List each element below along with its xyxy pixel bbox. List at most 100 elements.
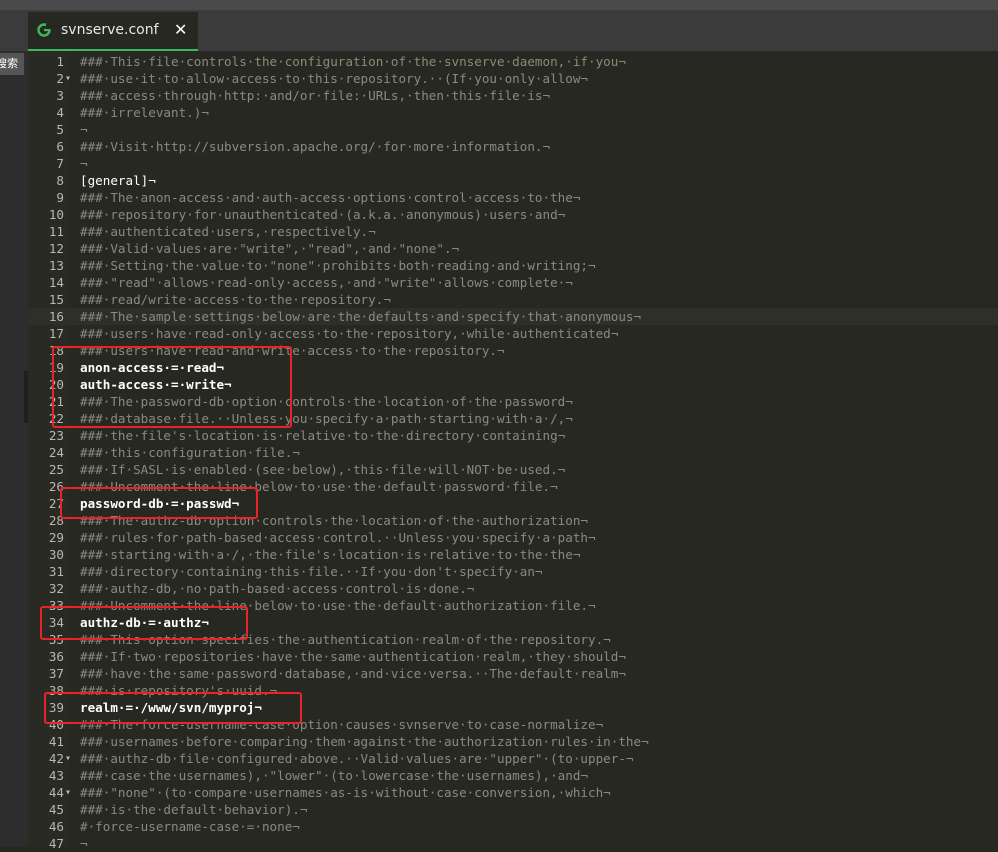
code-line[interactable]: 16 ###·The·sample·settings·below·are·the·… — [28, 308, 998, 325]
code-line[interactable]: 12 ###·Valid·values·are·"write",·"read",·… — [28, 240, 998, 257]
line-number: 6 — [56, 139, 64, 154]
window-top-strip — [0, 0, 998, 10]
line-number: 13 — [48, 258, 64, 273]
line-number: 44 — [48, 785, 64, 800]
code-line[interactable]: 29 ###·rules·for·path-based·access·contro… — [28, 529, 998, 546]
sidebar-search-label[interactable]: 搜索 — [0, 53, 24, 75]
line-number: 29 — [48, 530, 64, 545]
fold-marker-icon[interactable]: ▾ — [65, 70, 71, 87]
code-line[interactable]: 47 ¬ — [28, 835, 998, 852]
line-number: 47 — [48, 836, 64, 851]
side-panel — [0, 51, 28, 847]
line-number: 14 — [48, 275, 64, 290]
close-icon[interactable]: ✕ — [174, 20, 187, 39]
line-number: 2 — [56, 71, 64, 86]
comment-text: ###·is·the·default·behavior).¬ — [80, 802, 308, 817]
line-number: 23 — [48, 428, 64, 443]
comment-text: ###·this·configuration·file.¬ — [80, 445, 300, 460]
code-line[interactable]: 5 ¬ — [28, 121, 998, 138]
line-number: 43 — [48, 768, 64, 783]
comment-text: ###·The·sample·settings·below·are·the·de… — [80, 309, 642, 324]
code-line[interactable]: 42 ▾ ###·authz-db·file·configured·above.··… — [28, 750, 998, 767]
comment-text: ###·authenticated·users,·respectively.¬ — [80, 224, 376, 239]
file-type-icon — [37, 23, 51, 37]
comment-text: ###·access·through·http:·and/or·file:·UR… — [80, 88, 551, 103]
code-line[interactable]: 31 ###·directory·containing·this·file.··I… — [28, 563, 998, 580]
code-line[interactable]: 41 ###·usernames·before·comparing·them·ag… — [28, 733, 998, 750]
comment-text: ###·users·have·read-only·access·to·the·r… — [80, 326, 619, 341]
code-line[interactable]: 46 #·force-username-case·=·none¬ — [28, 818, 998, 835]
tab-title: svnserve.conf — [61, 22, 159, 38]
line-number: 31 — [48, 564, 64, 579]
code-line[interactable]: 37 ###·have·the·same·password·database,·a… — [28, 665, 998, 682]
line-number: 37 — [48, 666, 64, 681]
line-number: 28 — [48, 513, 64, 528]
line-number: 7 — [56, 156, 64, 171]
code-line[interactable]: 32 ###·authz-db,·no·path-based·access·con… — [28, 580, 998, 597]
highlight-box-access — [52, 346, 292, 428]
line-number: 30 — [48, 547, 64, 562]
code-editor[interactable]: 1 ###·This·file·controls·the·configuratio… — [28, 53, 998, 852]
line-number: 10 — [48, 207, 64, 222]
comment-text: ###·"read"·allows·read-only·access,·and·… — [80, 275, 573, 290]
comment-text: #·force-username-case·=·none¬ — [80, 819, 300, 834]
line-number: 8 — [56, 173, 64, 188]
code-line[interactable]: 10 ###·repository·for·unauthenticated·(a.… — [28, 206, 998, 223]
code-line[interactable]: 15 ###·read/write·access·to·the·repositor… — [28, 291, 998, 308]
comment-text: ###·If·two·repositories·have·the·same·au… — [80, 649, 626, 664]
line-number: 15 — [48, 292, 64, 307]
line-number: 26 — [48, 479, 64, 494]
line-number: 45 — [48, 802, 64, 817]
code-line[interactable]: 13 ###·Setting·the·value·to·"none"·prohib… — [28, 257, 998, 274]
comment-text: ¬ — [80, 122, 88, 137]
line-number: 5 — [56, 122, 64, 137]
code-line[interactable]: 2 ▾ ###·use·it·to·allow·access·to·this·rep… — [28, 70, 998, 87]
line-number: 3 — [56, 88, 64, 103]
code-line[interactable]: 23 ###·the·file's·location·is·relative·to… — [28, 427, 998, 444]
code-line[interactable]: 45 ###·is·the·default·behavior).¬ — [28, 801, 998, 818]
comment-text: ###·Visit·http://subversion.apache.org/·… — [80, 139, 551, 154]
comment-text: ¬ — [80, 836, 88, 851]
code-line[interactable]: 25 ###·If·SASL·is·enabled·(see·below),·th… — [28, 461, 998, 478]
code-line[interactable]: 11 ###·authenticated·users,·respectively.… — [28, 223, 998, 240]
comment-text: ###·Valid·values·are·"write",·"read",·an… — [80, 241, 460, 256]
code-line[interactable]: 36 ###·If·two·repositories·have·the·same·… — [28, 648, 998, 665]
comment-text: ###·rules·for·path-based·access·control.… — [80, 530, 596, 545]
tab-bar: svnserve.conf ✕ — [0, 10, 998, 51]
code-line[interactable]: 1 ###·This·file·controls·the·configuratio… — [28, 53, 998, 70]
tab-svnserve-conf[interactable]: svnserve.conf ✕ — [28, 12, 198, 51]
comment-text: ###·usernames·before·comparing·them·agai… — [80, 734, 649, 749]
highlight-box-realm — [44, 692, 302, 724]
comment-text: ###·irrelevant.)¬ — [80, 105, 209, 120]
line-number: 25 — [48, 462, 64, 477]
code-line[interactable]: 17 ###·users·have·read-only·access·to·the… — [28, 325, 998, 342]
line-number: 17 — [48, 326, 64, 341]
comment-text: ###·use·it·to·allow·access·to·this·repos… — [80, 71, 588, 86]
comment-text: ###·authz-db·file·configured·above.··Val… — [80, 751, 634, 766]
code-line[interactable]: 30 ###·starting·with·a·/,·the·file's·loca… — [28, 546, 998, 563]
line-number: 42 — [48, 751, 64, 766]
code-line[interactable]: 24 ###·this·configuration·file.¬ — [28, 444, 998, 461]
comment-text: ###·"none"·(to·compare·usernames·as-is·w… — [80, 785, 611, 800]
comment-text: ###·case·the·usernames),·"lower"·(to·low… — [80, 768, 588, 783]
line-number: 41 — [48, 734, 64, 749]
comment-text: ###·repository·for·unauthenticated·(a.k.… — [80, 207, 566, 222]
code-line[interactable]: 6 ###·Visit·http://subversion.apache.org/… — [28, 138, 998, 155]
code-line[interactable]: 3 ###·access·through·http:·and/or·file:·U… — [28, 87, 998, 104]
line-number: 9 — [56, 190, 64, 205]
line-number: 46 — [48, 819, 64, 834]
line-number: 12 — [48, 241, 64, 256]
code-line[interactable]: 7 ¬ — [28, 155, 998, 172]
line-number: 4 — [56, 105, 64, 120]
comment-text: ###·Setting·the·value·to·"none"·prohibit… — [80, 258, 596, 273]
code-line[interactable]: 14 ###·"read"·allows·read-only·access,·an… — [28, 274, 998, 291]
code-line[interactable]: 8 [general]¬ — [28, 172, 998, 189]
fold-marker-icon[interactable]: ▾ — [65, 750, 71, 767]
code-line[interactable]: 44 ▾ ###·"none"·(to·compare·usernames·as-i… — [28, 784, 998, 801]
line-number: 24 — [48, 445, 64, 460]
code-line[interactable]: 9 ###·The·anon-access·and·auth-access·opt… — [28, 189, 998, 206]
code-line[interactable]: 4 ###·irrelevant.)¬ — [28, 104, 998, 121]
code-line[interactable]: 43 ###·case·the·usernames),·"lower"·(to·l… — [28, 767, 998, 784]
comment-text: ¬ — [80, 156, 88, 171]
fold-marker-icon[interactable]: ▾ — [65, 784, 71, 801]
